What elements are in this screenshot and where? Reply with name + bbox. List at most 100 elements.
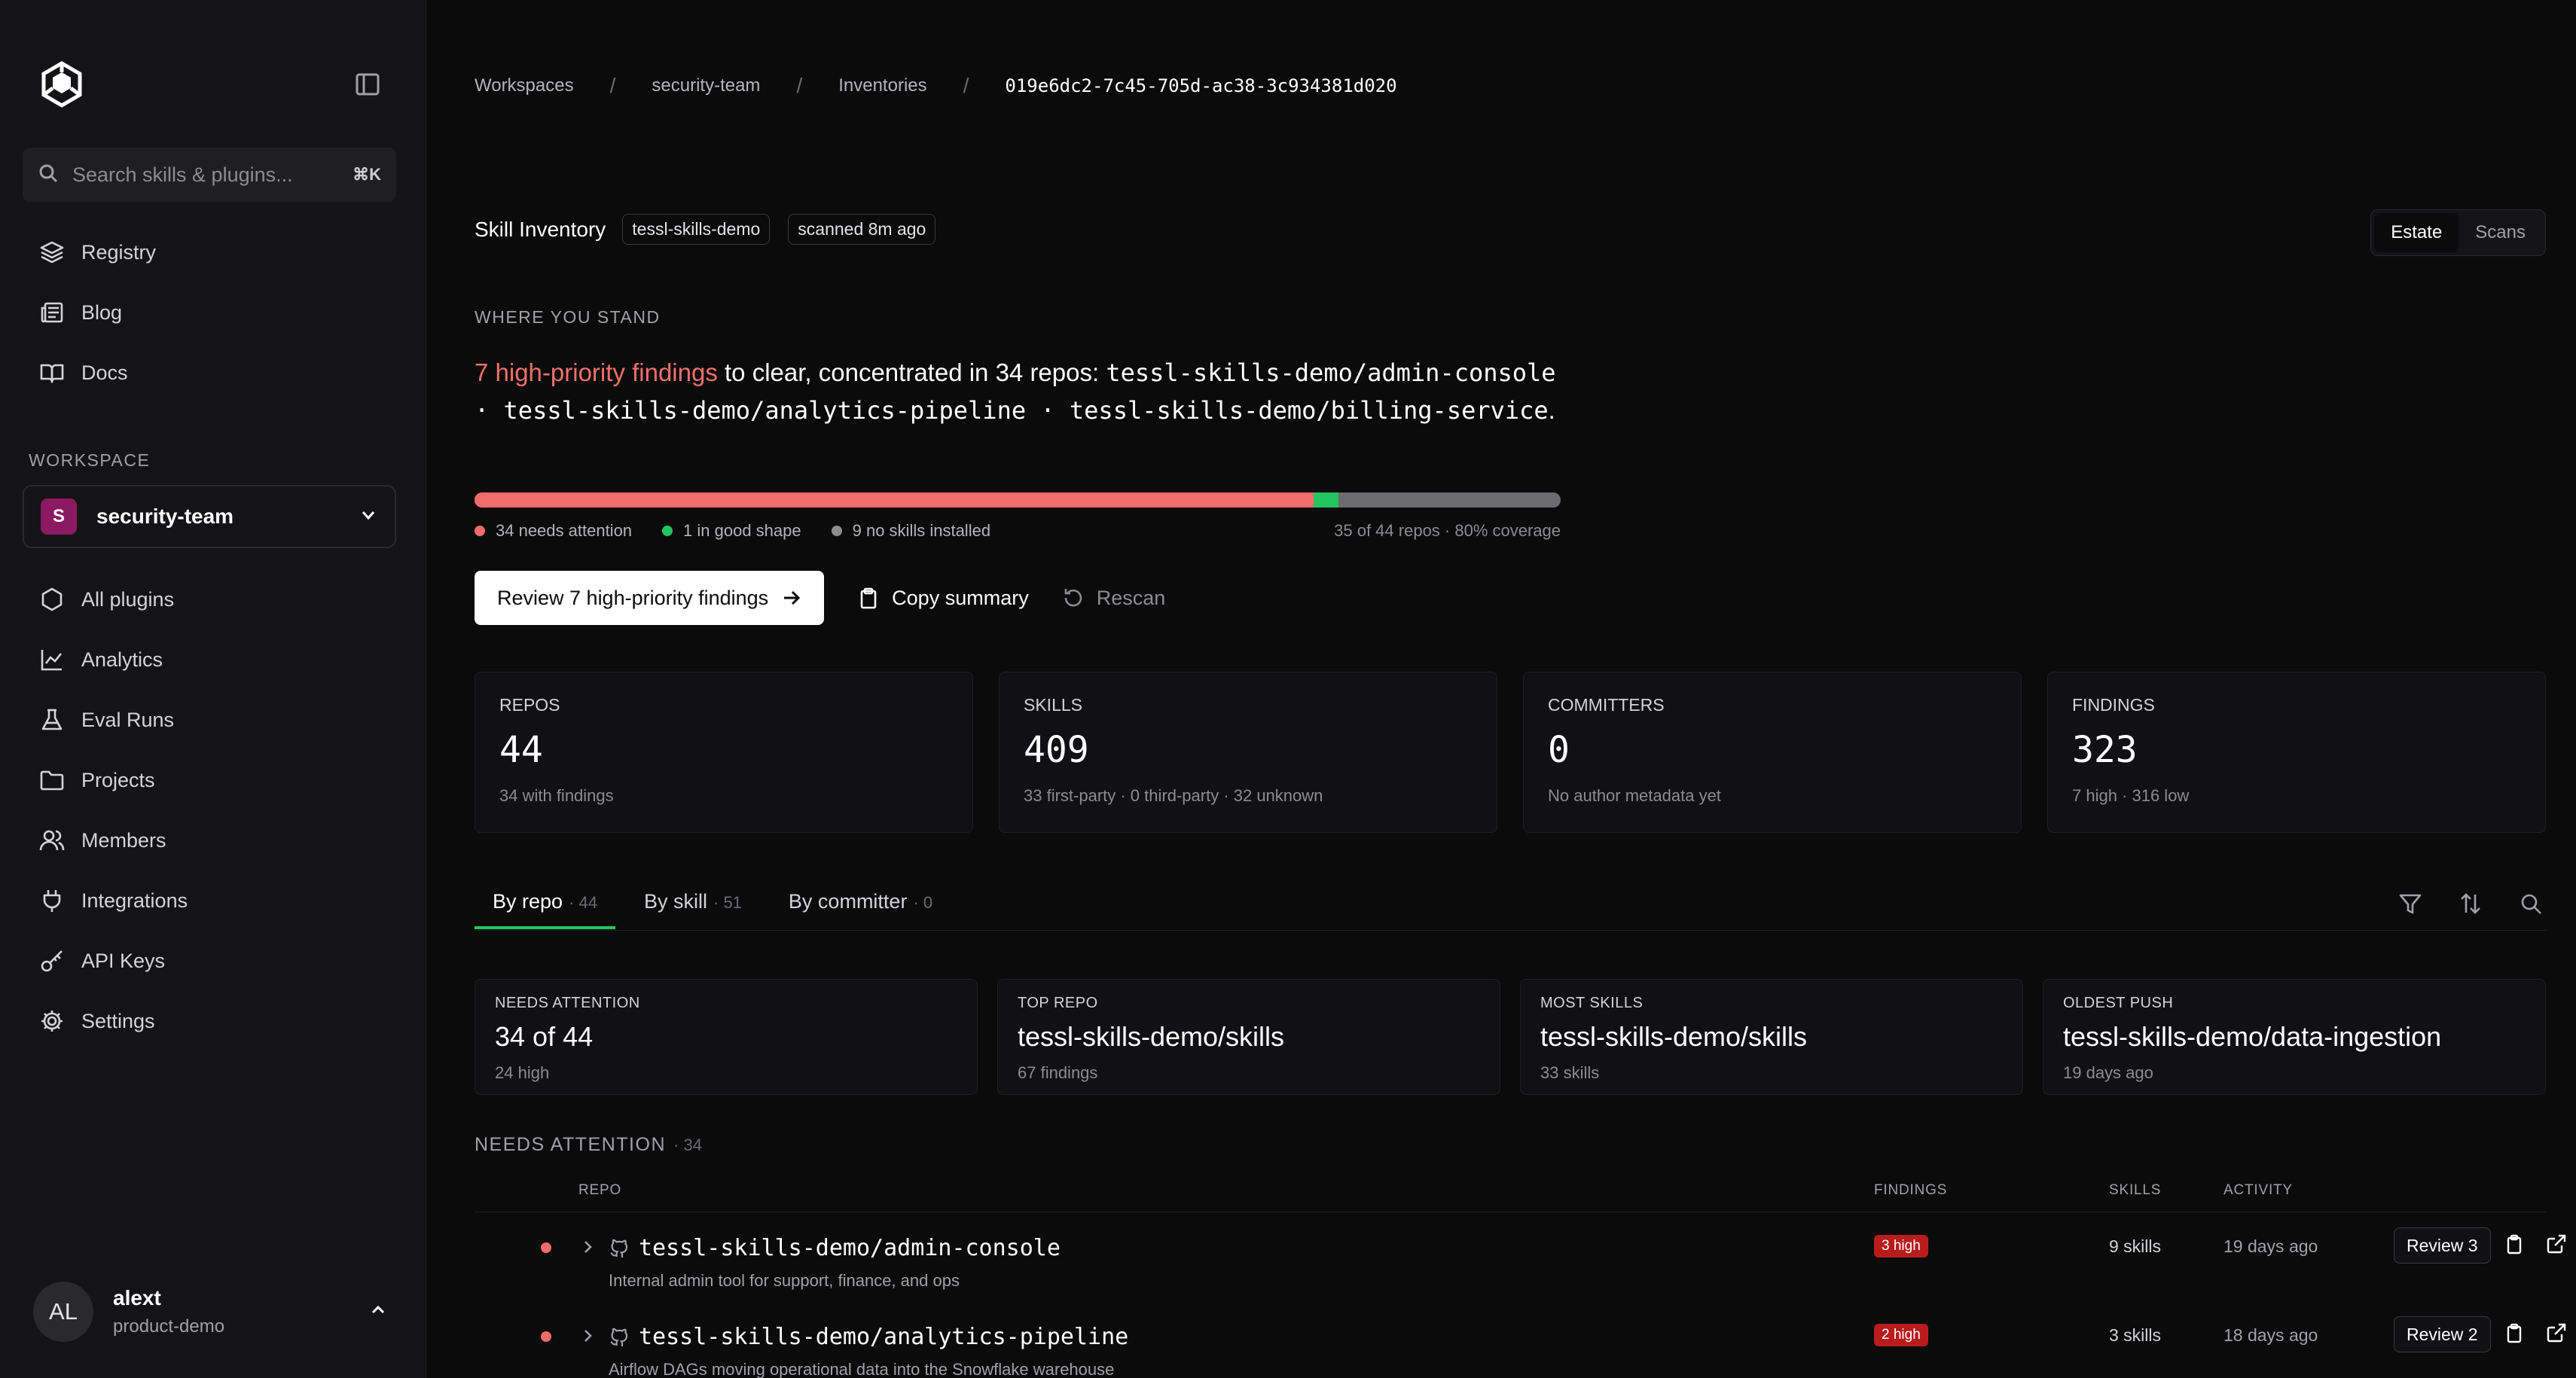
chevron-right-icon[interactable] xyxy=(578,1238,597,1260)
column-header-findings: FINDINGS xyxy=(1874,1182,1948,1198)
nav-label: Projects xyxy=(81,768,155,791)
copy-summary-button[interactable]: Copy summary xyxy=(857,587,1029,610)
breadcrumb-current: 019e6dc2-7c45-705d-ac38-3c934381d020 xyxy=(1005,75,1397,96)
highlight-sub: 33 skills xyxy=(1540,1063,1600,1082)
sidebar-collapse-icon[interactable] xyxy=(354,71,381,98)
table-header: REPO FINDINGS SKILLS ACTIVITY xyxy=(475,1182,2546,1212)
users-icon xyxy=(39,830,65,851)
external-link-icon[interactable] xyxy=(2546,1233,2567,1258)
nav-item-api-keys[interactable]: API Keys xyxy=(23,931,396,991)
coverage-text: 35 of 44 repos · 80% coverage xyxy=(1334,521,1561,540)
needs-attention-heading: NEEDS ATTENTION · 34 xyxy=(475,1134,702,1156)
search-icon xyxy=(38,163,59,187)
view-toggle: Estate Scans xyxy=(2370,209,2546,256)
summary-actions: Review 7 high-priority findings Copy sum… xyxy=(475,571,1165,625)
breadcrumb-workspace[interactable]: security-team xyxy=(652,75,760,96)
folder-icon xyxy=(40,770,64,791)
highlight-oldest-push[interactable]: OLDEST PUSH tessl-skills-demo/data-inges… xyxy=(2043,979,2546,1095)
repo-name[interactable]: tessl-skills-demo/analytics-pipeline xyxy=(639,1324,1128,1350)
search-input[interactable]: Search skills & plugins... ⌘K xyxy=(23,148,396,202)
review-findings-button[interactable]: Review 7 high-priority findings xyxy=(475,571,825,625)
review-button[interactable]: Review 2 xyxy=(2394,1316,2491,1352)
nav-label: Registry xyxy=(81,240,157,264)
review-button[interactable]: Review 3 xyxy=(2394,1227,2491,1264)
tab-scans[interactable]: Scans xyxy=(2458,213,2542,252)
clipboard-icon[interactable] xyxy=(2504,1233,2525,1258)
nav-label: API Keys xyxy=(81,949,166,972)
stat-label: REPOS xyxy=(499,695,560,715)
column-header-activity: ACTIVITY xyxy=(2223,1182,2293,1198)
highlight-label: OLDEST PUSH xyxy=(2063,995,2174,1011)
nav-item-all-plugins[interactable]: All plugins xyxy=(23,569,396,630)
user-menu[interactable]: AL alext product-demo xyxy=(33,1280,387,1343)
workspace-avatar: S xyxy=(41,498,77,535)
breadcrumb: Workspaces / security-team / Inventories… xyxy=(475,74,1397,98)
stat-sub: 33 first-party · 0 third-party · 32 unkn… xyxy=(1024,786,1323,805)
clipboard-icon[interactable] xyxy=(2504,1322,2525,1347)
highlight-most-skills[interactable]: MOST SKILLS tessl-skills-demo/skills 33 … xyxy=(1520,979,2023,1095)
findings-badge: 3 high xyxy=(1874,1235,1928,1258)
red-dot-icon xyxy=(475,526,485,536)
status-dot-icon xyxy=(541,1242,551,1253)
table-row[interactable]: tessl-skills-demo/admin-console Internal… xyxy=(475,1227,2566,1310)
sidebar: Search skills & plugins... ⌘K Registry B… xyxy=(0,0,426,1378)
nav-item-registry[interactable]: Registry xyxy=(23,222,396,282)
nav-item-blog[interactable]: Blog xyxy=(23,282,396,343)
repo-description: Airflow DAGs moving operational data int… xyxy=(609,1360,1115,1378)
workspace-selector[interactable]: S security-team xyxy=(23,485,396,548)
nav-item-docs[interactable]: Docs xyxy=(23,343,396,403)
tab-estate[interactable]: Estate xyxy=(2374,213,2459,252)
tab-count: · 51 xyxy=(713,893,742,912)
where-you-stand-label: WHERE YOU STAND xyxy=(475,307,661,327)
rescan-button[interactable]: Rescan xyxy=(1062,586,1166,610)
workspace-nav: All plugins Analytics Eval Runs Projects… xyxy=(23,569,396,1051)
table-row[interactable]: tessl-skills-demo/analytics-pipeline Air… xyxy=(475,1316,2566,1378)
review-findings-label: Review 7 high-priority findings xyxy=(497,586,769,609)
green-dot-icon xyxy=(662,526,673,536)
highlight-sub: 67 findings xyxy=(1018,1063,1098,1082)
sort-icon[interactable] xyxy=(2458,892,2483,916)
chevron-right-icon[interactable] xyxy=(578,1327,597,1349)
filter-icon[interactable] xyxy=(2398,892,2422,916)
breadcrumb-workspaces[interactable]: Workspaces xyxy=(475,75,574,96)
workspace-name: security-team xyxy=(96,505,234,528)
nav-item-members[interactable]: Members xyxy=(23,810,396,870)
search-icon[interactable] xyxy=(2519,892,2543,916)
newspaper-icon xyxy=(41,302,63,323)
highlight-top-repo[interactable]: TOP REPO tessl-skills-demo/skills 67 fin… xyxy=(997,979,1500,1095)
legend-attention: 34 needs attention xyxy=(475,521,632,541)
summary-headline: 7 high-priority findings to clear, conce… xyxy=(475,354,1574,429)
clipboard-icon xyxy=(860,587,877,609)
github-icon xyxy=(609,1327,630,1352)
nav-item-eval-runs[interactable]: Eval Runs xyxy=(23,690,396,750)
tab-by-skill[interactable]: By skill · 51 xyxy=(626,883,760,929)
repo-name[interactable]: tessl-skills-demo/admin-console xyxy=(639,1235,1061,1261)
refresh-icon xyxy=(1064,589,1082,607)
coverage-progress-bar xyxy=(475,492,1561,508)
nav-item-projects[interactable]: Projects xyxy=(23,750,396,810)
inventory-header: Skill Inventory tessl-skills-demo scanne… xyxy=(475,214,954,245)
rescan-label: Rescan xyxy=(1096,586,1166,609)
tab-by-repo[interactable]: By repo · 44 xyxy=(475,883,615,929)
nav-item-integrations[interactable]: Integrations xyxy=(23,870,396,931)
high-priority-link[interactable]: 7 high-priority findings xyxy=(475,358,718,386)
chart-line-icon xyxy=(41,650,63,671)
stat-label: COMMITTERS xyxy=(1548,695,1665,715)
highlight-value: tessl-skills-demo/skills xyxy=(1540,1021,1808,1052)
tessl-logo-icon[interactable] xyxy=(38,60,86,108)
summary-text: to clear, concentrated in 34 repos: xyxy=(717,358,1106,386)
layers-icon xyxy=(40,241,64,264)
stat-value: 44 xyxy=(499,729,543,771)
nav-label: Integrations xyxy=(81,889,188,912)
highlight-needs-attention: NEEDS ATTENTION 34 of 44 24 high xyxy=(475,979,978,1095)
tab-by-committer[interactable]: By committer · 0 xyxy=(771,883,951,929)
stat-value: 409 xyxy=(1024,729,1089,771)
breadcrumb-separator: / xyxy=(963,74,969,97)
tab-label: By committer xyxy=(788,890,908,913)
nav-item-settings[interactable]: Settings xyxy=(23,991,396,1051)
legend-none-text: 9 no skills installed xyxy=(852,521,991,540)
breadcrumb-inventories[interactable]: Inventories xyxy=(838,75,926,96)
external-link-icon[interactable] xyxy=(2546,1322,2567,1347)
nav-item-analytics[interactable]: Analytics xyxy=(23,630,396,690)
stat-card-repos: REPOS 44 34 with findings xyxy=(475,672,973,833)
